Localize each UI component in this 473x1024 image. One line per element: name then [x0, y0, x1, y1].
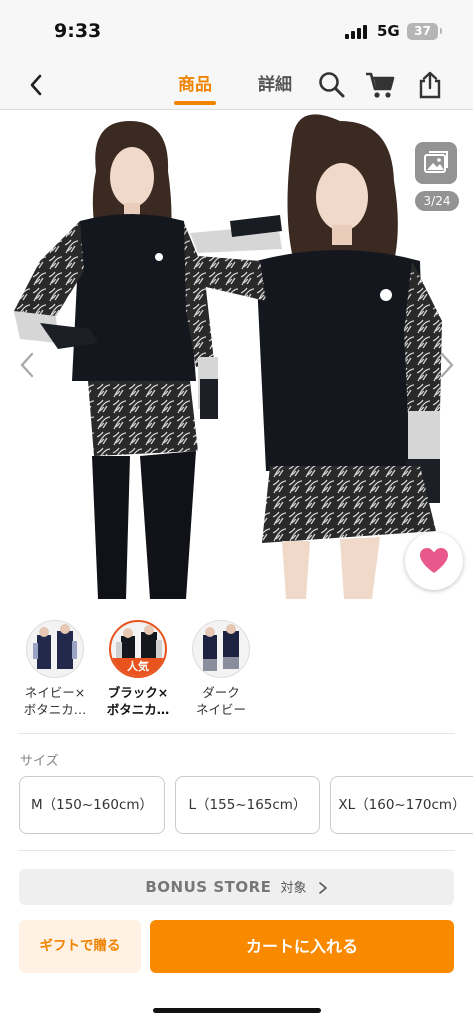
variant-thumbnail — [192, 620, 250, 678]
back-button[interactable] — [24, 72, 50, 98]
cart-icon — [366, 72, 395, 98]
chevron-left-icon — [20, 352, 34, 378]
variant-black-botanical[interactable]: 人気 ブラック× ボタニカ… — [102, 620, 174, 718]
tab-product[interactable]: 商品 — [174, 70, 216, 105]
heart-icon — [420, 548, 448, 573]
size-title: サイズ — [20, 754, 59, 769]
variant-navy-botanical[interactable]: ネイビー× ボタニカ… — [19, 620, 91, 718]
bonus-store-logo: BONUS STORE — [145, 878, 272, 896]
gallery-icon — [424, 151, 448, 173]
gallery-button[interactable] — [415, 142, 457, 184]
size-option-xl[interactable]: XL（160~170cm） — [330, 776, 473, 834]
size-option-l[interactable]: L（155~165cm） — [175, 776, 320, 834]
image-counter: 3/24 — [415, 191, 459, 211]
tab-detail[interactable]: 詳細 — [258, 70, 292, 95]
share-icon — [419, 71, 441, 99]
variant-label: ネイビー× ボタニカ… — [23, 685, 87, 717]
add-to-cart-button[interactable]: カートに入れる — [150, 920, 454, 973]
search-icon — [319, 72, 345, 98]
variant-label: ブラック× ボタニカ… — [106, 685, 170, 717]
share-button[interactable] — [415, 70, 445, 100]
battery-icon: 37 — [407, 23, 442, 40]
variant-selector: ネイビー× ボタニカ… 人気 ブラック× ボタニカ… ダーク ネイビー — [0, 612, 473, 727]
popular-badge: 人気 — [111, 658, 165, 676]
signal-icon — [345, 25, 369, 39]
product-image[interactable] — [0, 111, 473, 601]
product-photo — [14, 114, 442, 599]
variant-thumbnail — [26, 620, 84, 678]
status-time: 9:33 — [54, 20, 102, 42]
bonus-store-text: 対象 — [280, 881, 307, 896]
chevron-right-icon — [318, 881, 327, 894]
next-image-button[interactable] — [436, 350, 458, 380]
home-indicator — [153, 1008, 321, 1013]
cart-button[interactable] — [364, 70, 396, 100]
search-button[interactable] — [317, 70, 347, 100]
status-bar: 9:33 5G 37 — [0, 0, 473, 62]
favorite-button[interactable] — [405, 532, 463, 590]
variant-thumbnail: 人気 — [109, 620, 167, 678]
bonus-store-banner[interactable]: BONUS STORE 対象 — [19, 869, 454, 905]
divider — [18, 850, 455, 851]
size-option-m[interactable]: M（150~160cm） — [19, 776, 165, 834]
variant-dark-navy[interactable]: ダーク ネイビー — [185, 620, 257, 718]
chevron-right-icon — [440, 352, 454, 378]
divider — [18, 733, 455, 734]
variant-label: ダーク ネイビー — [195, 685, 246, 717]
network-type: 5G — [377, 22, 400, 40]
chevron-left-icon — [30, 74, 42, 96]
prev-image-button[interactable] — [16, 350, 38, 380]
top-nav: 商品 詳細 — [0, 62, 473, 110]
gift-button[interactable]: ギフトで贈る — [19, 920, 141, 973]
